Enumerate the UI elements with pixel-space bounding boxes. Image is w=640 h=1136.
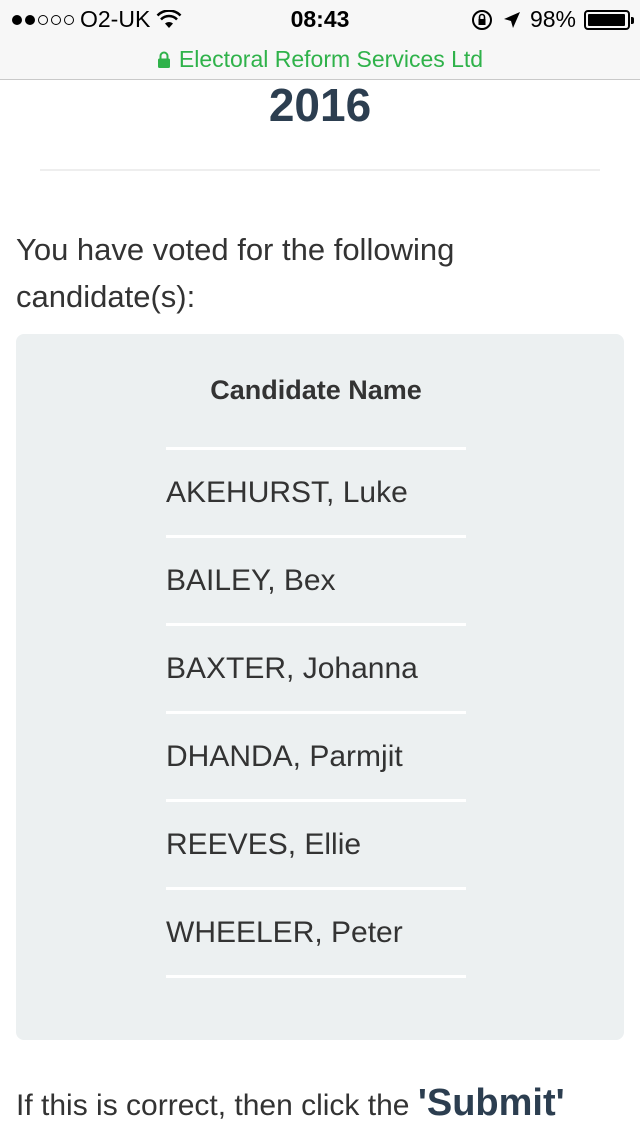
candidates-panel: Candidate Name AKEHURST, Luke BAILEY, Be…	[16, 334, 624, 1040]
table-row: REEVES, Ellie	[166, 802, 466, 890]
battery-percent: 98%	[529, 6, 576, 32]
page-title-year: 2016	[268, 79, 372, 131]
table-row: AKEHURST, Luke	[166, 450, 466, 538]
column-header-candidate-name: Candidate Name	[166, 334, 466, 450]
table-row: WHEELER, Peter	[166, 890, 466, 978]
table-row: BAILEY, Bex	[166, 538, 466, 626]
instruction-text: If this is correct, then click the	[16, 1089, 418, 1122]
confirmation-instruction: If this is correct, then click the 'Subm…	[16, 1082, 636, 1125]
location-arrow-icon	[503, 11, 520, 28]
table-row: DHANDA, Parmjit	[166, 714, 466, 802]
divider	[40, 169, 600, 171]
vote-intro-text: You have voted for the following candida…	[16, 232, 455, 314]
orientation-lock-icon	[471, 9, 492, 30]
battery-icon	[584, 9, 634, 30]
lock-icon	[157, 51, 170, 68]
submit-reference: 'Submit'	[417, 1082, 565, 1124]
site-name: Electoral Reform Services Ltd	[178, 46, 484, 72]
status-bar: O2-UK 08:43 98%	[0, 0, 640, 40]
system-indicators: 98%	[470, 6, 634, 33]
candidates-table: Candidate Name AKEHURST, Luke BAILEY, Be…	[166, 334, 466, 978]
address-bar[interactable]: Electoral Reform Services Ltd	[0, 40, 640, 80]
battery-level-fill	[588, 13, 626, 26]
table-row: BAXTER, Johanna	[166, 626, 466, 714]
